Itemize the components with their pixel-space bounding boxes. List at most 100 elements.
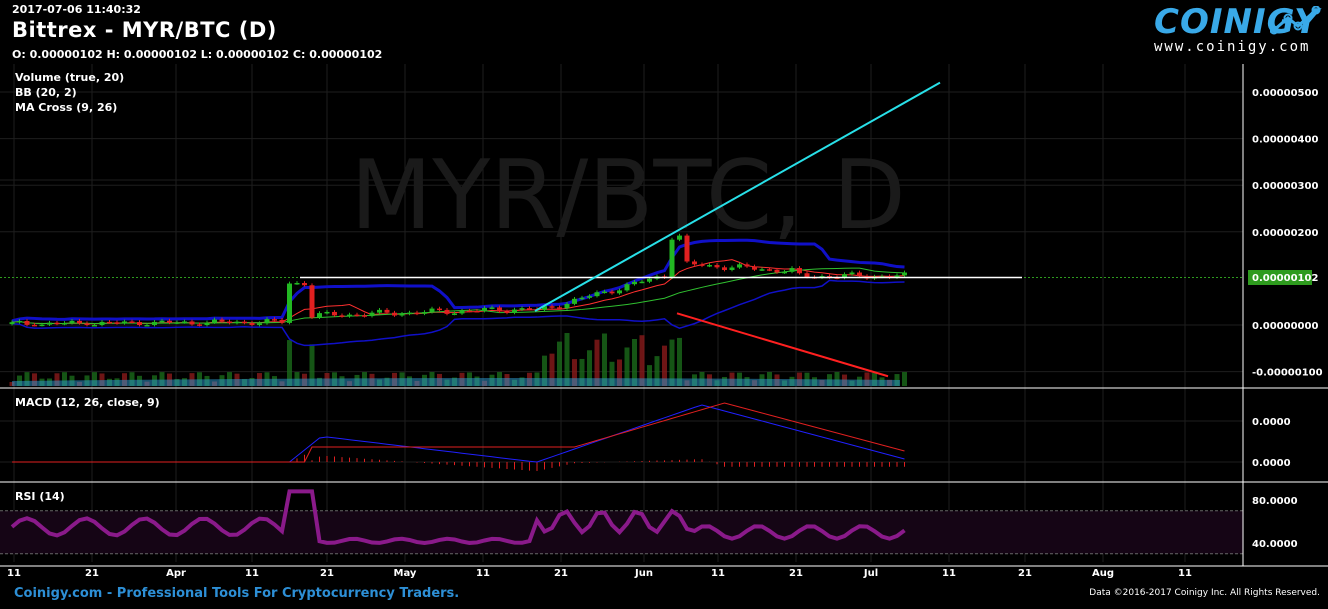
candle-body <box>669 239 675 278</box>
candle-body <box>557 307 562 309</box>
candle-body <box>294 282 300 285</box>
candle-body <box>512 309 517 313</box>
candle-body <box>212 319 217 323</box>
candle-body <box>77 320 82 324</box>
x-tick-label: 11 <box>245 568 259 579</box>
candle-body <box>482 307 487 312</box>
candle-body <box>737 264 742 268</box>
candle-body <box>609 291 615 294</box>
footer-tagline[interactable]: Coinigy.com - Professional Tools For Cry… <box>14 586 459 601</box>
candle-body <box>174 322 180 324</box>
x-tick-label: Aug <box>1092 568 1114 579</box>
candle-body <box>257 323 262 325</box>
candle-body <box>324 311 330 314</box>
macd-label[interactable]: MACD (12, 26, close, 9) <box>15 396 160 409</box>
footer-copyright: Data ©2016-2017 Coinigy Inc. All Rights … <box>1089 588 1320 598</box>
candle-body <box>332 311 337 316</box>
x-tick-label: 11 <box>7 568 21 579</box>
macd-panel-content <box>12 402 905 471</box>
candle-body <box>69 320 75 323</box>
candle-body <box>339 315 345 317</box>
candle-body <box>564 303 570 309</box>
candle-body <box>152 321 157 325</box>
candle-body <box>24 321 30 325</box>
candle-body <box>107 321 112 324</box>
bollinger-lower <box>11 279 905 347</box>
candle-body <box>639 281 645 284</box>
candle-body <box>497 307 502 312</box>
candle-body <box>264 319 270 324</box>
candle-body <box>594 292 600 297</box>
candle-body <box>347 314 352 317</box>
candle-body <box>527 308 532 310</box>
candle-body <box>684 235 690 262</box>
volume-ma-area <box>12 378 900 386</box>
x-tick-label: 11 <box>1178 568 1192 579</box>
candle-body <box>287 283 292 323</box>
x-tick-label: 21 <box>320 568 334 579</box>
x-tick-label: 11 <box>476 568 490 579</box>
x-tick-label: 11 <box>711 568 725 579</box>
candle-body <box>144 325 150 327</box>
candle-body <box>752 266 757 270</box>
candle-body <box>414 312 420 315</box>
candle-body <box>504 311 510 314</box>
candle-body <box>399 313 405 316</box>
bollinger-upper <box>11 238 905 323</box>
candle-body <box>902 272 907 276</box>
watermark: MYR/BTC, D <box>350 141 906 251</box>
candle-body <box>789 268 795 272</box>
candle-body <box>677 235 682 240</box>
candle-body <box>99 321 105 325</box>
indicator-bb-label[interactable]: BB (20, 2) <box>15 86 77 99</box>
x-tick-label: May <box>394 568 417 579</box>
chart-canvas[interactable]: MYR/BTC, D 11 21 Apr 11 21 May 11 21 Jun 11 21 Jul 1… <box>0 0 1328 609</box>
candle-body <box>602 291 607 294</box>
macd-line <box>12 404 905 463</box>
candle-body <box>782 271 787 274</box>
indicator-volume-label[interactable]: Volume (true, 20) <box>15 71 124 84</box>
candle-body <box>92 325 97 327</box>
candle-body <box>392 312 397 316</box>
candle-body <box>62 322 67 325</box>
candle-body <box>549 306 555 308</box>
y-tick-label: 0.00000400 <box>1252 135 1318 146</box>
x-tick-label: Jun <box>634 568 653 579</box>
candle-body <box>182 321 187 323</box>
candle-body <box>242 321 247 324</box>
candle-body <box>114 322 120 324</box>
candle-body <box>467 310 472 313</box>
candle-body <box>692 261 697 265</box>
y-tick-label: 0.00000200 <box>1252 228 1318 239</box>
chart-grid <box>0 64 1243 562</box>
candle-body <box>632 281 637 285</box>
candle-body <box>354 314 360 317</box>
candle-body <box>579 297 585 300</box>
candle-body <box>129 321 135 323</box>
candle-body <box>857 272 862 277</box>
candle-body <box>647 278 652 282</box>
indicator-ma-cross-label[interactable]: MA Cross (9, 26) <box>15 101 117 114</box>
candle-body <box>204 322 210 325</box>
candle-body <box>797 268 802 274</box>
candle-body <box>624 284 630 291</box>
candle-body <box>279 319 285 323</box>
candle-body <box>767 269 772 271</box>
candle-body <box>459 310 465 314</box>
candle-body <box>39 324 45 327</box>
ma-cross-lines <box>11 259 905 325</box>
candle-body <box>137 322 142 325</box>
candle-body <box>249 322 255 325</box>
rsi-label[interactable]: RSI (14) <box>15 490 65 503</box>
macd-y-tick: 0.0000 <box>1252 458 1291 469</box>
candle-body <box>317 313 322 318</box>
x-tick-label: Jul <box>863 568 878 579</box>
candle-body <box>707 265 712 267</box>
candle-body <box>54 322 60 325</box>
macd-y-tick: 0.0000 <box>1252 417 1291 428</box>
candle-body <box>744 264 750 267</box>
candle-body <box>17 321 22 323</box>
candle-body <box>804 273 810 277</box>
candle-body <box>47 322 52 325</box>
y-tick-label: 0.00000500 <box>1252 88 1318 99</box>
